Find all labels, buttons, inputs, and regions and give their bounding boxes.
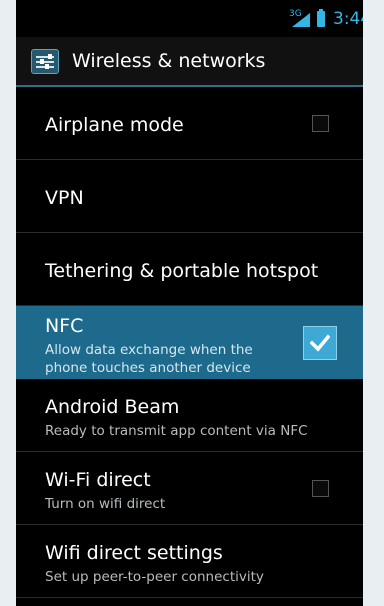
setting-wifi-direct-settings[interactable]: Wifi direct settings Set up peer-to-peer… xyxy=(16,525,363,598)
page-title: Wireless & networks xyxy=(72,50,266,72)
phone-screen: 3G 3:44 Wireless & networks Airplane mod… xyxy=(16,0,363,606)
setting-label: NFC xyxy=(45,315,84,337)
checkmark-icon xyxy=(310,334,330,352)
setting-label: Wifi direct settings xyxy=(45,542,223,564)
setting-wifi-direct[interactable]: Wi-Fi direct Turn on wifi direct xyxy=(16,452,363,525)
battery-icon xyxy=(317,9,325,27)
settings-list: Airplane mode VPN Tethering & portable h… xyxy=(16,87,363,598)
setting-label: Airplane mode xyxy=(45,114,184,136)
signal-strength-icon xyxy=(292,13,310,27)
settings-sliders-icon[interactable] xyxy=(31,49,59,74)
setting-label: VPN xyxy=(45,187,84,209)
setting-airplane-mode[interactable]: Airplane mode xyxy=(16,87,363,160)
setting-summary: Ready to transmit app content via NFC xyxy=(45,423,308,439)
setting-summary: Turn on wifi direct xyxy=(45,496,166,512)
action-bar: Wireless & networks xyxy=(16,37,363,87)
setting-android-beam[interactable]: Android Beam Ready to transmit app conte… xyxy=(16,379,363,452)
setting-tethering[interactable]: Tethering & portable hotspot xyxy=(16,233,363,306)
nfc-checkbox[interactable] xyxy=(303,326,337,360)
setting-nfc[interactable]: NFC Allow data exchange when the phone t… xyxy=(16,306,363,379)
setting-vpn[interactable]: VPN xyxy=(16,160,363,233)
setting-summary: Set up peer-to-peer connectivity xyxy=(45,569,264,585)
status-bar: 3G 3:44 xyxy=(16,0,363,37)
setting-label: Android Beam xyxy=(45,396,180,418)
setting-label: Tethering & portable hotspot xyxy=(45,260,319,282)
setting-summary: Allow data exchange when the xyxy=(45,342,253,358)
wifi-direct-checkbox[interactable] xyxy=(312,480,329,497)
setting-label: Wi-Fi direct xyxy=(45,469,151,491)
airplane-mode-checkbox[interactable] xyxy=(312,115,329,132)
setting-summary: phone touches another device xyxy=(45,360,251,376)
clock: 3:44 xyxy=(333,9,363,29)
